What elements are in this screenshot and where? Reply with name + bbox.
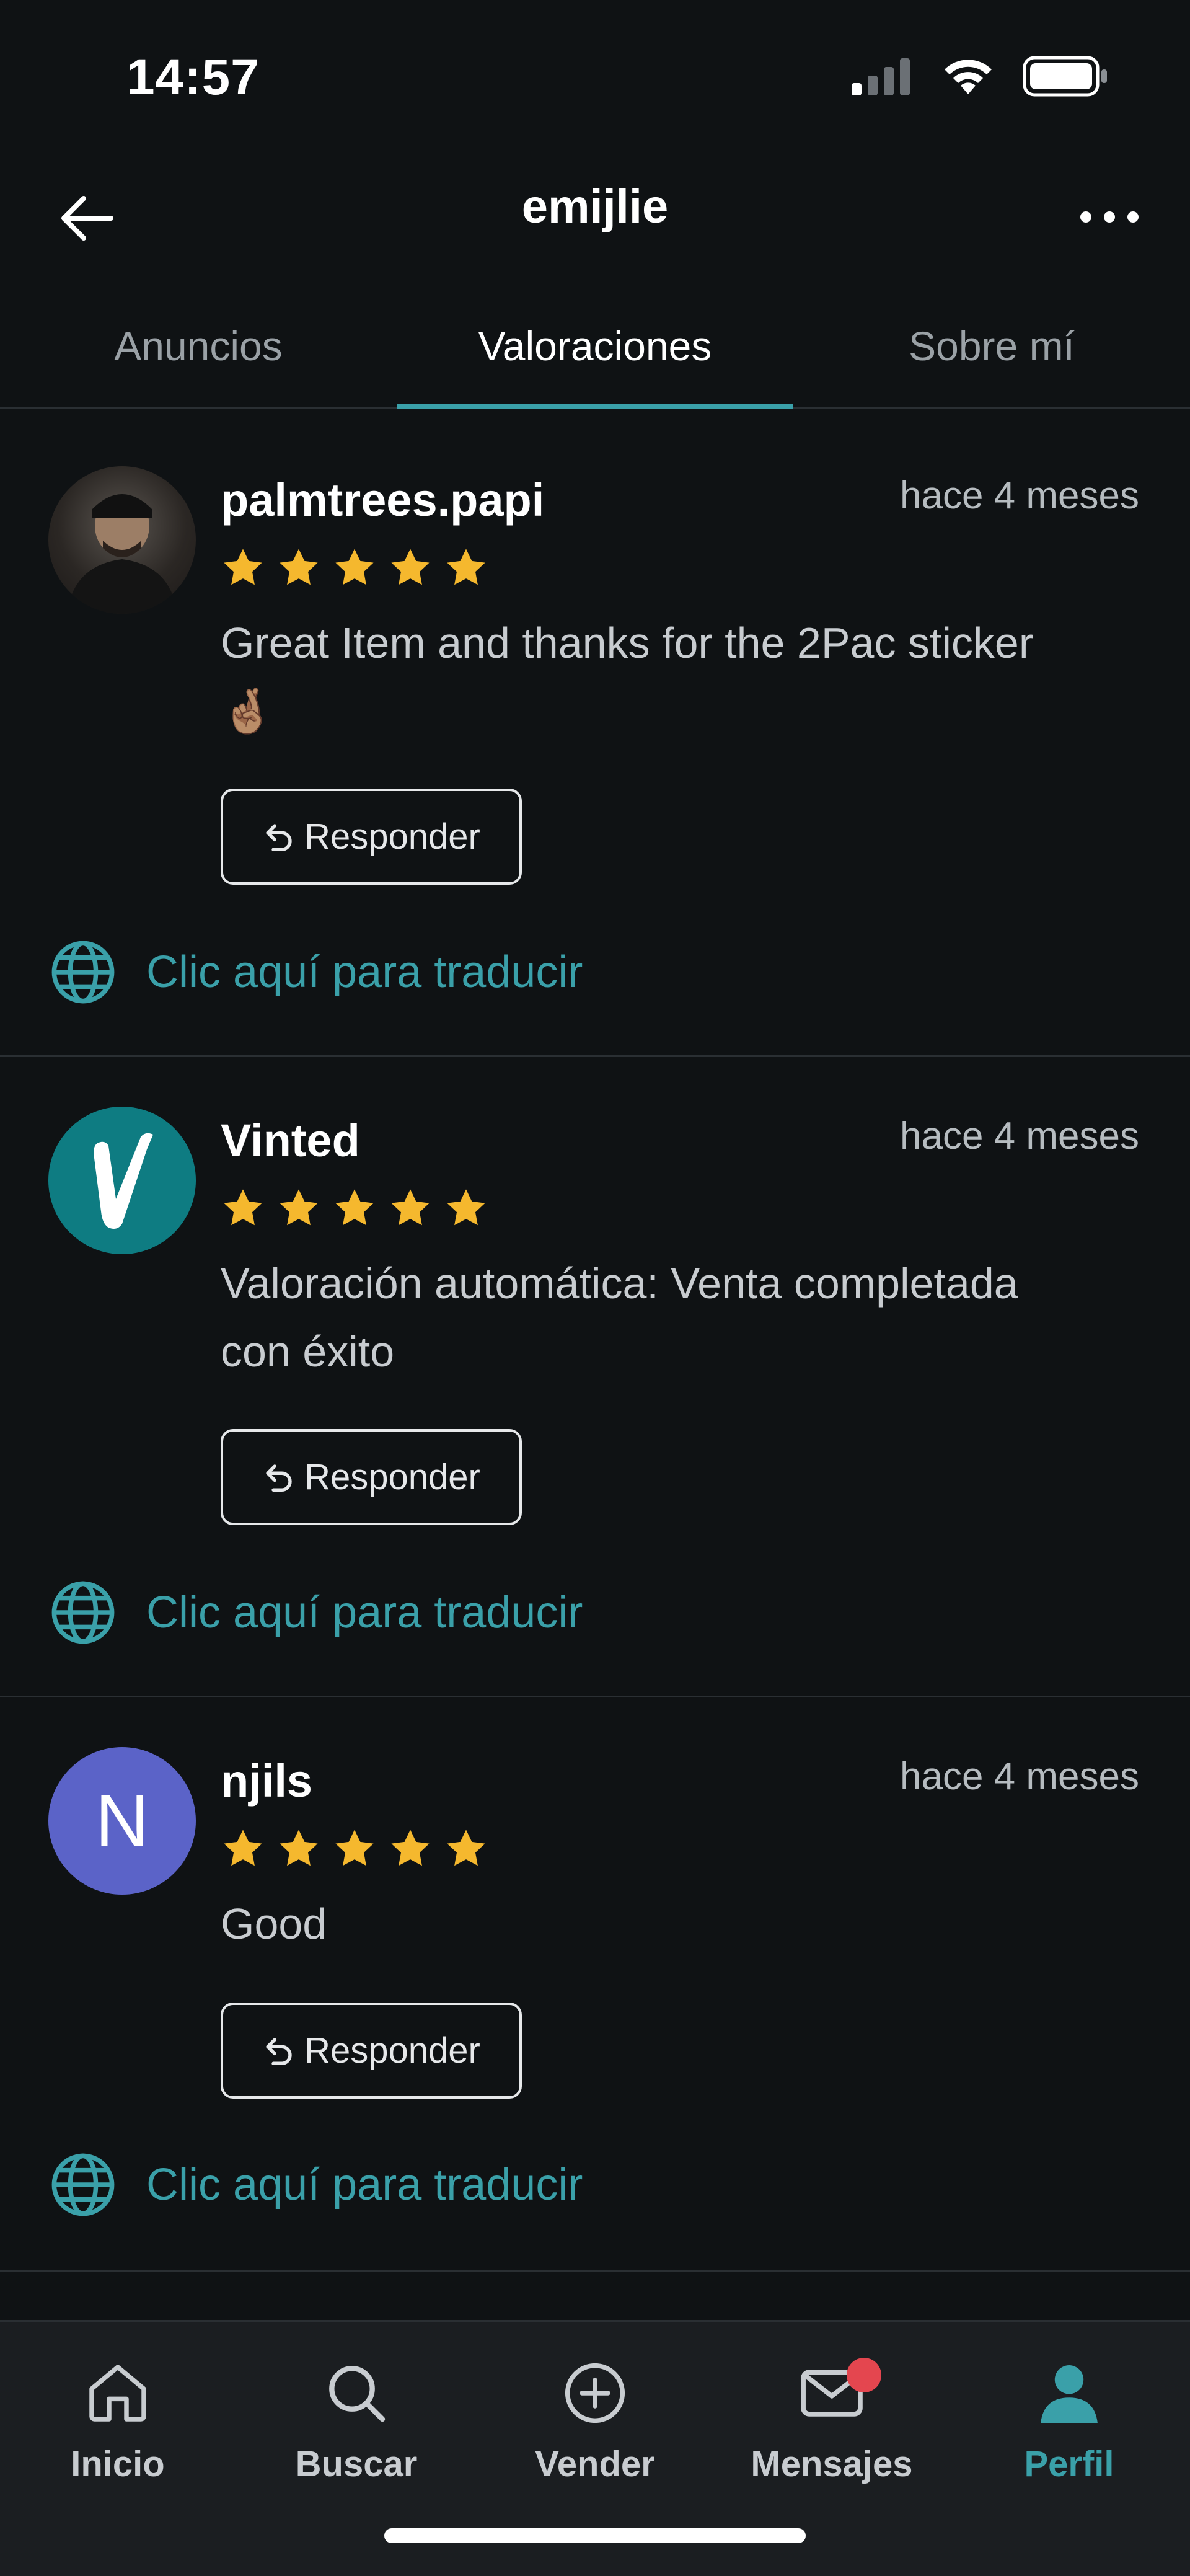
user-photo-icon bbox=[67, 494, 177, 614]
nav-buscar[interactable]: Buscar bbox=[251, 2347, 462, 2485]
reply-button[interactable]: Responder bbox=[221, 2003, 522, 2099]
translate-link[interactable]: Clic aquí para traducir bbox=[48, 937, 583, 1007]
star-icon bbox=[447, 1830, 485, 1866]
nav-label: Buscar bbox=[295, 2444, 418, 2484]
globe-icon bbox=[51, 1581, 115, 1644]
reply-label: Responder bbox=[304, 1457, 480, 1497]
reviews-list: palmtrees.papi hace 4 meses Great Item a… bbox=[0, 417, 1190, 2272]
tab-anuncios[interactable]: Anuncios bbox=[0, 285, 397, 407]
review-item: N njils hace 4 meses Good Responder Clic… bbox=[0, 1697, 1190, 2272]
avatar[interactable] bbox=[48, 1107, 196, 1254]
wifi-icon bbox=[945, 60, 992, 94]
home-indicator[interactable] bbox=[384, 2528, 806, 2543]
more-dot-icon bbox=[1127, 211, 1139, 223]
star-rating bbox=[221, 546, 488, 590]
star-icon bbox=[280, 1830, 318, 1866]
more-dot-icon bbox=[1104, 211, 1115, 223]
review-comment: Valoración automática: Venta completada … bbox=[221, 1259, 1018, 1376]
nav-label: Vender bbox=[535, 2444, 655, 2484]
nav-icon-wrap bbox=[964, 2347, 1175, 2440]
reviewer-name[interactable]: njils bbox=[221, 1755, 312, 1807]
review-time: hace 4 meses bbox=[900, 474, 1139, 517]
top-app-bar: emijlie bbox=[0, 149, 1190, 285]
star-rating bbox=[221, 1186, 488, 1231]
star-icon bbox=[335, 1189, 374, 1226]
tab-sobre-mi[interactable]: Sobre mí bbox=[793, 285, 1190, 407]
review-time: hace 4 meses bbox=[900, 1115, 1139, 1157]
reply-label: Responder bbox=[304, 2030, 480, 2071]
app-screen: 14:57 emijlie Anuncios Valoraciones Sobr… bbox=[0, 0, 1190, 2576]
reply-arrow-icon bbox=[266, 1464, 292, 1492]
status-time: 14:57 bbox=[126, 49, 260, 105]
nav-label: Perfil bbox=[1024, 2444, 1114, 2484]
avatar[interactable] bbox=[48, 466, 196, 614]
review-comment: Good bbox=[221, 1900, 327, 1948]
nav-icon-wrap bbox=[251, 2347, 462, 2440]
status-icons bbox=[852, 56, 1109, 97]
review-time: hace 4 meses bbox=[900, 1755, 1139, 1798]
reviewer-name[interactable]: palmtrees.papi bbox=[221, 474, 544, 526]
star-icon bbox=[335, 549, 374, 585]
review-item: palmtrees.papi hace 4 meses Great Item a… bbox=[0, 417, 1190, 1057]
reply-label: Responder bbox=[304, 817, 480, 857]
star-icon bbox=[280, 549, 318, 585]
avatar[interactable]: N bbox=[48, 1747, 196, 1895]
page-title: emijlie bbox=[521, 180, 669, 233]
vinted-logo-icon bbox=[94, 1133, 153, 1229]
translate-label: Clic aquí para traducir bbox=[146, 947, 583, 997]
nav-perfil[interactable]: Perfil bbox=[964, 2347, 1175, 2485]
review-item: Vinted hace 4 meses Valoración automátic… bbox=[0, 1057, 1190, 1697]
reply-arrow-icon bbox=[266, 2037, 292, 2065]
star-icon bbox=[447, 549, 485, 585]
nav-icon-wrap bbox=[726, 2347, 937, 2440]
reviewer-name[interactable]: Vinted bbox=[221, 1114, 360, 1167]
tab-valoraciones[interactable]: Valoraciones bbox=[397, 285, 793, 409]
nav-icon-wrap bbox=[490, 2347, 700, 2440]
star-rating bbox=[221, 1826, 488, 1871]
nav-label: Inicio bbox=[71, 2444, 165, 2484]
globe-icon bbox=[51, 2153, 115, 2216]
nav-vender[interactable]: Vender bbox=[490, 2347, 700, 2485]
more-options-button[interactable] bbox=[1066, 180, 1153, 254]
globe-icon bbox=[51, 941, 115, 1004]
reply-button[interactable]: Responder bbox=[221, 789, 522, 885]
star-icon bbox=[335, 1830, 374, 1866]
profile-tabs: Anuncios Valoraciones Sobre mí bbox=[0, 285, 1190, 409]
translate-label: Clic aquí para traducir bbox=[146, 2160, 583, 2210]
star-icon bbox=[391, 1189, 430, 1226]
nav-inicio[interactable]: Inicio bbox=[12, 2347, 223, 2485]
star-icon bbox=[447, 1189, 485, 1226]
unread-badge bbox=[847, 2358, 881, 2392]
reply-arrow-icon bbox=[266, 823, 292, 851]
star-icon bbox=[391, 1830, 430, 1866]
status-bar: 14:57 bbox=[0, 0, 1190, 149]
nav-mensajes[interactable]: Mensajes bbox=[726, 2347, 937, 2485]
reply-button[interactable]: Responder bbox=[221, 1429, 522, 1525]
translate-link[interactable]: Clic aquí para traducir bbox=[48, 1578, 583, 1647]
home-icon bbox=[89, 2365, 146, 2422]
star-icon bbox=[224, 1189, 262, 1226]
translate-link[interactable]: Clic aquí para traducir bbox=[48, 2150, 583, 2220]
profile-icon bbox=[1041, 2365, 1098, 2423]
star-icon bbox=[224, 1830, 262, 1866]
more-dot-icon bbox=[1080, 211, 1091, 223]
star-icon bbox=[280, 1189, 318, 1226]
translate-label: Clic aquí para traducir bbox=[146, 1588, 583, 1637]
star-icon bbox=[224, 549, 262, 585]
plus-circle-icon bbox=[565, 2363, 625, 2423]
star-icon bbox=[391, 549, 430, 585]
search-icon bbox=[329, 2366, 386, 2422]
nav-icon-wrap bbox=[12, 2347, 223, 2440]
battery-icon bbox=[1023, 56, 1107, 97]
nav-label: Mensajes bbox=[751, 2444, 913, 2484]
cellular-signal-icon bbox=[852, 58, 910, 95]
review-comment: Great Item and thanks for the 2Pac stick… bbox=[221, 619, 1034, 735]
